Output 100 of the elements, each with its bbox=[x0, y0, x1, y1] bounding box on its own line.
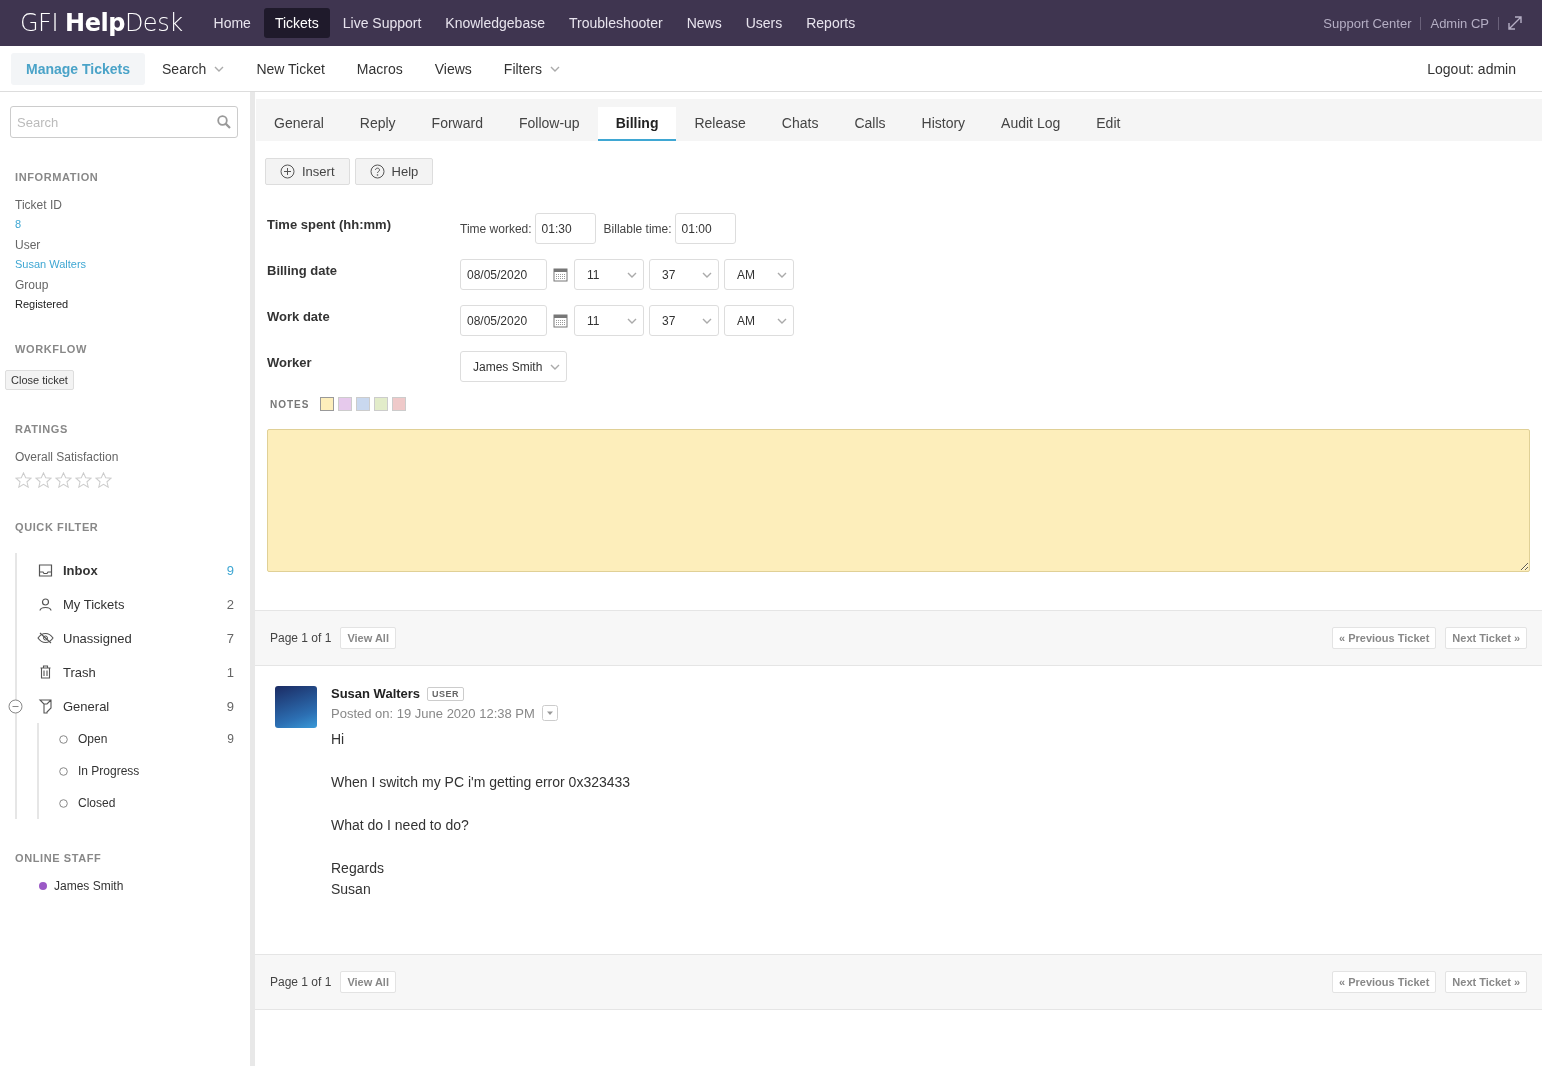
hour-select[interactable]: 11 bbox=[574, 259, 644, 290]
nav-tab[interactable]: Live Support bbox=[331, 8, 433, 38]
header-link[interactable]: Admin CP bbox=[1430, 15, 1489, 31]
ticket-tab[interactable]: Reply bbox=[341, 107, 414, 141]
header-link[interactable]: Support Center bbox=[1323, 15, 1412, 31]
subnav-item[interactable]: Search bbox=[147, 52, 240, 85]
section-heading: ONLINE STAFF bbox=[15, 852, 103, 864]
status-filter[interactable]: In Progress bbox=[39, 755, 250, 787]
filter-item[interactable]: My Tickets 2 bbox=[17, 587, 250, 621]
status-filter[interactable]: Closed bbox=[39, 787, 250, 819]
color-swatch[interactable] bbox=[320, 397, 335, 411]
ticket-tab[interactable]: Chats bbox=[763, 107, 837, 141]
dropdown-icon[interactable] bbox=[541, 705, 558, 721]
calendar-icon[interactable] bbox=[553, 313, 568, 328]
person-icon bbox=[37, 597, 54, 611]
hour-select[interactable]: 11 bbox=[574, 305, 644, 336]
message-text: What do I need to do? bbox=[331, 817, 469, 833]
next-ticket-button[interactable]: Next Ticket » bbox=[1445, 627, 1527, 649]
color-swatch[interactable] bbox=[338, 397, 353, 411]
notes-field[interactable] bbox=[267, 429, 1530, 572]
color-swatch[interactable] bbox=[392, 397, 407, 411]
nav-tab[interactable]: Tickets bbox=[263, 8, 330, 38]
ampm-select[interactable]: AM bbox=[724, 259, 794, 290]
filter-item[interactable]: Unassigned 7 bbox=[17, 621, 250, 655]
calendar-icon[interactable] bbox=[553, 267, 568, 282]
form-label: Billing date bbox=[267, 262, 339, 278]
chevron-down-icon bbox=[777, 271, 787, 278]
color-swatch[interactable] bbox=[356, 397, 371, 411]
form-label: Worker bbox=[267, 354, 313, 370]
count-label: 2 bbox=[226, 596, 234, 612]
eye-slash-icon bbox=[37, 632, 54, 644]
filter-item[interactable]: Inbox 9 bbox=[17, 553, 250, 587]
subnav-item[interactable]: New Ticket bbox=[241, 52, 340, 85]
search-icon[interactable] bbox=[217, 115, 231, 129]
notes-heading: NOTES bbox=[270, 398, 310, 410]
minute-select[interactable]: 37 bbox=[649, 259, 719, 290]
star-rating[interactable] bbox=[15, 472, 112, 488]
staff-name: James Smith bbox=[54, 879, 124, 893]
helpdesk-logo[interactable]: GFI HelpDesk bbox=[20, 9, 183, 37]
field-label: Billable time: bbox=[603, 221, 672, 236]
ticket-tab[interactable]: Calls bbox=[836, 107, 904, 141]
worker-select[interactable]: James Smith bbox=[460, 351, 568, 382]
count-label: 7 bbox=[226, 630, 234, 646]
next-ticket-button[interactable]: Next Ticket » bbox=[1445, 971, 1527, 993]
ticket-tab[interactable]: Forward bbox=[413, 107, 501, 141]
chevron-down-icon bbox=[702, 317, 712, 324]
message-text: Susan bbox=[331, 881, 371, 897]
previous-ticket-button[interactable]: « Previous Ticket bbox=[1332, 627, 1437, 649]
nav-tab[interactable]: News bbox=[675, 8, 733, 38]
nav-tab[interactable]: Troubleshooter bbox=[558, 8, 674, 38]
field-value: Registered bbox=[15, 298, 70, 310]
nav-tab[interactable]: Users bbox=[734, 8, 794, 38]
ticket-tab[interactable]: Edit bbox=[1078, 107, 1139, 141]
avatar-placeholder bbox=[275, 686, 317, 728]
nav-tab[interactable]: Knowledgebase bbox=[434, 8, 556, 38]
ticket-tab[interactable]: Billing bbox=[597, 107, 677, 141]
toolbar-button[interactable]: Help bbox=[354, 158, 434, 185]
section-heading: WORKFLOW bbox=[15, 343, 88, 355]
close-ticket-button[interactable]: Close ticket bbox=[5, 370, 74, 390]
filter-item[interactable]: Trash 1 bbox=[17, 655, 250, 689]
filter-item[interactable]: General 9 bbox=[17, 689, 250, 723]
time-worked-field[interactable]: 01:30 bbox=[534, 213, 596, 244]
nav-tab[interactable]: Reports bbox=[795, 8, 867, 38]
page-indicator: Page 1 of 1 bbox=[270, 975, 332, 989]
section-heading: INFORMATION bbox=[15, 171, 100, 183]
form-label: Time spent (hh:mm) bbox=[267, 216, 392, 232]
subnav-item[interactable]: Views bbox=[419, 52, 487, 85]
ticket-tab[interactable]: Audit Log bbox=[983, 107, 1079, 141]
date-field[interactable]: 08/05/2020 bbox=[460, 305, 547, 336]
ticket-tab[interactable]: General bbox=[256, 107, 342, 141]
chevron-down-icon bbox=[627, 271, 637, 278]
field-label: User bbox=[15, 238, 42, 252]
ticket-tab[interactable]: Follow-up bbox=[500, 107, 598, 141]
author-name[interactable]: Susan Walters bbox=[331, 686, 421, 701]
billable-time-field[interactable]: 01:00 bbox=[674, 213, 736, 244]
ampm-select[interactable]: AM bbox=[724, 305, 794, 336]
previous-ticket-button[interactable]: « Previous Ticket bbox=[1332, 971, 1437, 993]
expand-icon[interactable] bbox=[1508, 16, 1522, 30]
chevron-down-icon bbox=[627, 317, 637, 324]
subnav-item[interactable]: Macros bbox=[341, 52, 418, 85]
minute-select[interactable]: 37 bbox=[649, 305, 719, 336]
collapse-icon[interactable] bbox=[8, 699, 23, 714]
rating-label: Overall Satisfaction bbox=[15, 450, 120, 464]
ticket-tab[interactable]: History bbox=[903, 107, 984, 141]
color-swatch[interactable] bbox=[374, 397, 389, 411]
toolbar-button[interactable]: Insert bbox=[265, 158, 350, 185]
field-label: Ticket ID bbox=[15, 198, 63, 212]
chevron-down-icon bbox=[777, 317, 787, 324]
field-label: Group bbox=[15, 278, 50, 292]
nav-tab[interactable]: Home bbox=[202, 8, 262, 38]
count-label: 1 bbox=[226, 664, 234, 680]
status-filter[interactable]: Open 9 bbox=[39, 723, 250, 755]
date-field[interactable]: 08/05/2020 bbox=[460, 259, 547, 290]
view-all-button[interactable]: View All bbox=[340, 971, 396, 993]
search-field[interactable]: Search bbox=[10, 106, 238, 138]
view-all-button[interactable]: View All bbox=[340, 627, 396, 649]
help-icon bbox=[369, 164, 385, 179]
ticket-tab[interactable]: Release bbox=[676, 107, 764, 141]
subnav-item[interactable]: Filters bbox=[488, 52, 575, 85]
logout-link[interactable]: Logout: admin bbox=[1427, 60, 1516, 77]
